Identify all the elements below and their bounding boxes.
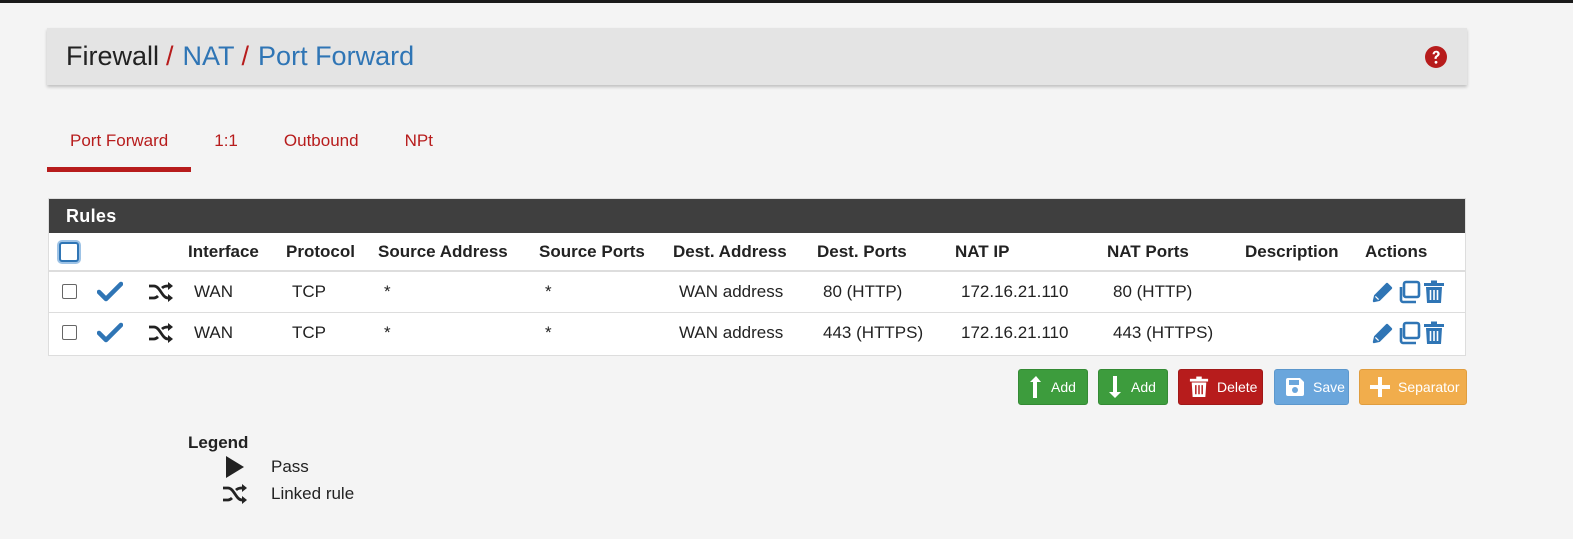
tab-bar: Port Forward 1:1 Outbound NPt [47, 118, 456, 172]
edit-icon[interactable] [1371, 321, 1395, 345]
cell-protocol: TCP [292, 281, 326, 301]
cell-nat-ip: 172.16.21.110 [961, 322, 1069, 342]
row-checkbox[interactable] [62, 284, 77, 300]
save-button[interactable]: Save [1274, 369, 1349, 405]
linked-rule-icon[interactable] [148, 323, 174, 343]
col-source-ports: Source Ports [539, 241, 645, 261]
col-nat-ports: NAT Ports [1107, 241, 1189, 261]
cell-source-ports: * [545, 281, 552, 301]
check-icon [97, 322, 123, 342]
add-top-label: Add [1051, 379, 1076, 395]
rules-panel-title: Rules [49, 199, 1465, 233]
add-bottom-label: Add [1131, 379, 1156, 395]
row-checkbox[interactable] [62, 325, 77, 341]
cell-interface: WAN [194, 281, 234, 301]
floppy-disk-icon [1285, 377, 1305, 397]
add-bottom-button[interactable]: Add [1098, 369, 1168, 405]
copy-icon[interactable] [1397, 280, 1421, 304]
cell-description [1245, 312, 1365, 353]
breadcrumb-separator: / [166, 41, 174, 71]
col-source-address: Source Address [378, 241, 508, 261]
help-icon[interactable] [1424, 45, 1448, 69]
copy-icon[interactable] [1397, 321, 1421, 345]
cell-nat-ports: 443 (HTTPS) [1113, 322, 1214, 342]
separator-button[interactable]: Separator [1359, 369, 1467, 405]
cell-nat-ports: 80 (HTTP) [1113, 281, 1193, 301]
table-row: WAN TCP * * WAN address 80 (HTTP) 172.16… [49, 271, 1465, 312]
col-actions: Actions [1365, 241, 1428, 261]
tab-one-to-one[interactable]: 1:1 [191, 118, 261, 172]
legend-pass: Pass [222, 455, 309, 479]
arrow-down-icon [1109, 376, 1123, 398]
legend-title: Legend [188, 433, 249, 452]
cell-description [1245, 271, 1365, 312]
play-icon [226, 456, 244, 478]
breadcrumb-separator: / [241, 41, 250, 71]
cell-source-address: * [384, 322, 391, 342]
rules-panel: Rules Interface Protocol Source Address … [48, 198, 1466, 356]
col-protocol: Protocol [286, 241, 355, 261]
edit-icon[interactable] [1371, 280, 1395, 304]
col-interface: Interface [188, 241, 259, 261]
table-header-row: Interface Protocol Source Address Source… [49, 233, 1465, 271]
row-actions [1365, 280, 1465, 304]
cell-interface: WAN [194, 322, 234, 342]
plus-icon [1370, 377, 1390, 397]
cell-source-ports: * [545, 322, 552, 342]
cell-source-address: * [384, 281, 391, 301]
col-dest-address: Dest. Address [673, 241, 787, 261]
select-all-checkbox[interactable] [59, 241, 79, 262]
rules-table: Interface Protocol Source Address Source… [49, 233, 1465, 353]
separator-label: Separator [1398, 379, 1460, 395]
legend-linked-label: Linked rule [271, 484, 355, 503]
cell-dest-address: WAN address [679, 322, 784, 342]
linked-rule-icon [223, 484, 247, 504]
trash-icon[interactable] [1423, 280, 1445, 304]
breadcrumb: Firewall / NAT / Port Forward [47, 28, 1467, 85]
table-row: WAN TCP * * WAN address 443 (HTTPS) 172.… [49, 312, 1465, 353]
col-nat-ip: NAT IP [955, 241, 1010, 261]
tab-port-forward[interactable]: Port Forward [47, 118, 192, 172]
trash-icon[interactable] [1423, 321, 1445, 345]
breadcrumb-port-forward-link[interactable]: Port Forward [258, 41, 414, 72]
top-border [0, 0, 1573, 3]
arrow-up-icon [1029, 376, 1043, 398]
tab-outbound[interactable]: Outbound [261, 118, 382, 172]
cell-protocol: TCP [292, 322, 326, 342]
col-description: Description [1245, 241, 1339, 261]
cell-dest-ports: 80 (HTTP) [823, 281, 903, 301]
legend-pass-label: Pass [271, 457, 309, 476]
legend-linked-rule: Linked rule [222, 483, 354, 505]
check-icon [97, 281, 123, 301]
row-actions [1365, 321, 1465, 345]
delete-label: Delete [1217, 379, 1258, 395]
add-top-button[interactable]: Add [1018, 369, 1088, 405]
save-label: Save [1313, 379, 1345, 395]
delete-button[interactable]: Delete [1178, 369, 1263, 405]
cell-dest-ports: 443 (HTTPS) [823, 322, 924, 342]
cell-nat-ip: 172.16.21.110 [961, 281, 1069, 301]
breadcrumb-firewall: Firewall [66, 41, 160, 71]
linked-rule-icon[interactable] [148, 282, 174, 302]
breadcrumb-nat-link[interactable]: NAT [183, 41, 235, 72]
trash-icon [1189, 376, 1209, 398]
tab-npt[interactable]: NPt [382, 118, 456, 172]
col-dest-ports: Dest. Ports [817, 241, 907, 261]
cell-dest-address: WAN address [679, 281, 784, 301]
